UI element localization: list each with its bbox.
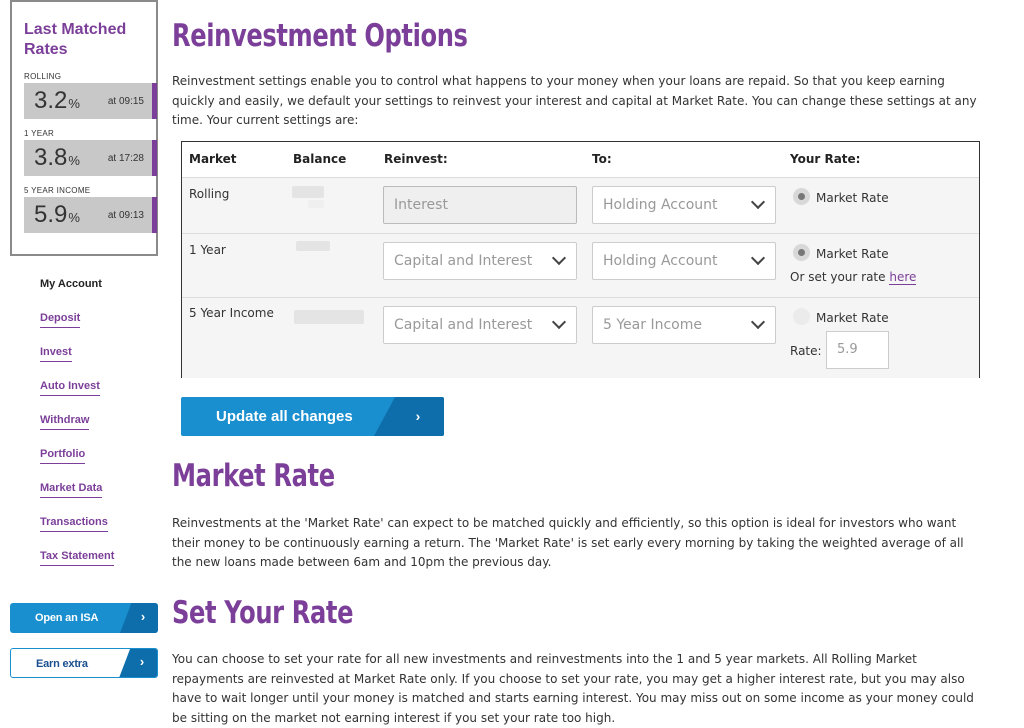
rate-field-label: Rate: (790, 344, 822, 358)
menu-item-invest[interactable]: Invest (40, 346, 114, 380)
market-rate-label: Market Rate (816, 311, 889, 325)
reinvestment-table: Market Balance Reinvest: To: Your Rate: … (181, 141, 980, 378)
header-reinvest: Reinvest: (384, 152, 448, 166)
earn-extra-button[interactable]: Earn extra › (10, 648, 158, 678)
menu-item-market-data[interactable]: Market Data (40, 482, 114, 516)
set-your-rate-title: Set Your Rate (172, 595, 354, 631)
balance-hidden (294, 310, 364, 324)
to-select[interactable]: Holding Account (592, 242, 776, 280)
menu-item-auto-invest[interactable]: Auto Invest (40, 380, 114, 414)
earn-extra-label: Earn extra (36, 658, 88, 670)
rate-label-1-year: 1 YEAR (24, 129, 55, 138)
rate-time: at 09:13 (107, 210, 144, 221)
update-all-changes-button[interactable]: Update all changes › (181, 397, 444, 436)
balance-hidden (296, 241, 330, 251)
reinvestment-options-title: Reinvestment Options (172, 18, 468, 54)
rate-value: 3.8% (34, 144, 80, 171)
chevron-down-icon (750, 194, 766, 210)
reinvest-input: Interest (383, 186, 577, 224)
chevron-down-icon (551, 250, 567, 266)
header-balance: Balance (293, 152, 347, 166)
set-rate-text: Or set your rate here (790, 270, 917, 285)
rate-value: 3.2% (34, 87, 80, 114)
market-rate-radio[interactable] (793, 308, 810, 325)
reinvest-select[interactable]: Capital and Interest (383, 242, 577, 280)
header-market: Market (189, 152, 237, 166)
market-rate-label: Market Rate (816, 247, 889, 261)
chevron-right-icon: › (374, 397, 444, 436)
menu-item-deposit[interactable]: Deposit (40, 312, 114, 346)
market-rate-text: Reinvestments at the 'Market Rate' can e… (172, 516, 964, 569)
rate-input[interactable]: 5.9 (826, 331, 889, 369)
account-menu: My Account Deposit Invest Auto Invest Wi… (40, 278, 115, 584)
rate-label-rolling: ROLLING (24, 72, 62, 81)
rate-row-rolling: 3.2% at 09:15 (24, 83, 157, 119)
market-rate-radio[interactable] (793, 244, 810, 261)
chevron-right-icon: › (119, 649, 157, 677)
chevron-down-icon (551, 314, 567, 330)
market-name: 1 Year (189, 243, 226, 257)
table-row: 1 Year Capital and Interest Holding Acco… (182, 233, 979, 297)
market-rate-label: Market Rate (816, 191, 889, 205)
set-rate-link[interactable]: here (889, 270, 917, 285)
to-select[interactable]: 5 Year Income (592, 306, 776, 344)
menu-item-withdraw[interactable]: Withdraw (40, 414, 114, 448)
table-row: 5 Year Income Capital and Interest 5 Yea… (182, 297, 979, 378)
update-button-label: Update all changes (216, 408, 353, 425)
chevron-down-icon (750, 314, 766, 330)
chevron-right-icon: › (120, 603, 158, 633)
menu-item-transactions[interactable]: Transactions (40, 516, 114, 550)
open-isa-button[interactable]: Open an ISA › (10, 603, 158, 633)
rate-row-5-year-income: 5.9% at 09:13 (24, 197, 157, 233)
set-your-rate-text: You can choose to set your rate for all … (172, 652, 974, 725)
balance-hidden (292, 186, 324, 198)
rate-time: at 17:28 (107, 153, 144, 164)
rate-row-1-year: 3.8% at 17:28 (24, 140, 157, 176)
to-select[interactable]: Holding Account (592, 186, 776, 224)
market-rate-radio[interactable] (793, 188, 810, 205)
table-row: Rolling Interest Holding Account Market … (182, 177, 979, 233)
menu-item-portfolio[interactable]: Portfolio (40, 448, 114, 482)
chevron-down-icon (750, 250, 766, 266)
rate-label-5-year-income: 5 YEAR INCOME (24, 186, 91, 195)
rate-time: at 09:15 (107, 96, 144, 107)
reinvest-select[interactable]: Capital and Interest (383, 306, 577, 344)
menu-heading: My Account (40, 278, 102, 290)
table-header: Market Balance Reinvest: To: Your Rate: (182, 142, 979, 177)
rates-title: Last Matched Rates (24, 21, 127, 58)
open-isa-label: Open an ISA (35, 612, 99, 624)
reinvestment-intro: Reinvestment settings enable you to cont… (172, 74, 977, 127)
market-name: 5 Year Income (189, 306, 274, 320)
header-to: To: (592, 152, 612, 166)
market-name: Rolling (189, 187, 230, 201)
menu-item-tax-statement[interactable]: Tax Statement (40, 550, 115, 584)
rate-value: 5.9% (34, 201, 80, 228)
market-rate-title: Market Rate (172, 458, 335, 494)
header-your-rate: Your Rate: (790, 152, 861, 166)
last-matched-rates-panel: Last Matched Rates ROLLING 3.2% at 09:15… (10, 0, 158, 256)
balance-hidden (308, 200, 324, 208)
